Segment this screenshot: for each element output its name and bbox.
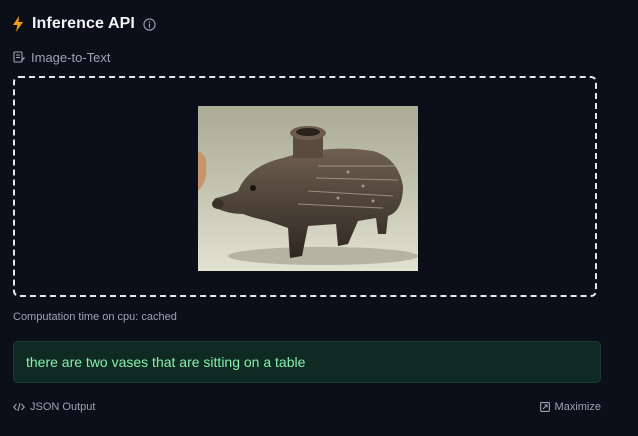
- widget-header: Inference API: [12, 12, 156, 36]
- computation-time: Computation time on cpu: cached: [13, 311, 177, 323]
- inference-widget: Inference API Image-to-Text Computation …: [0, 0, 638, 436]
- json-output-label: JSON Output: [30, 401, 96, 413]
- widget-title: Inference API: [32, 15, 135, 32]
- maximize-icon: [539, 402, 550, 412]
- json-output-button[interactable]: JSON Output: [13, 400, 95, 414]
- image-to-text-icon: [13, 50, 25, 64]
- result-text: there are two vases that are sitting on …: [26, 354, 306, 370]
- task-name: Image-to-Text: [31, 49, 111, 65]
- maximize-label: Maximize: [554, 401, 601, 413]
- result-box: there are two vases that are sitting on …: [13, 341, 601, 383]
- image-dropzone[interactable]: [13, 76, 597, 297]
- preview-image: [198, 106, 418, 271]
- code-icon: [13, 402, 25, 412]
- info-icon[interactable]: [143, 17, 156, 31]
- bolt-icon: [12, 16, 24, 32]
- task-label: Image-to-Text: [13, 48, 110, 66]
- maximize-button[interactable]: Maximize: [539, 400, 601, 414]
